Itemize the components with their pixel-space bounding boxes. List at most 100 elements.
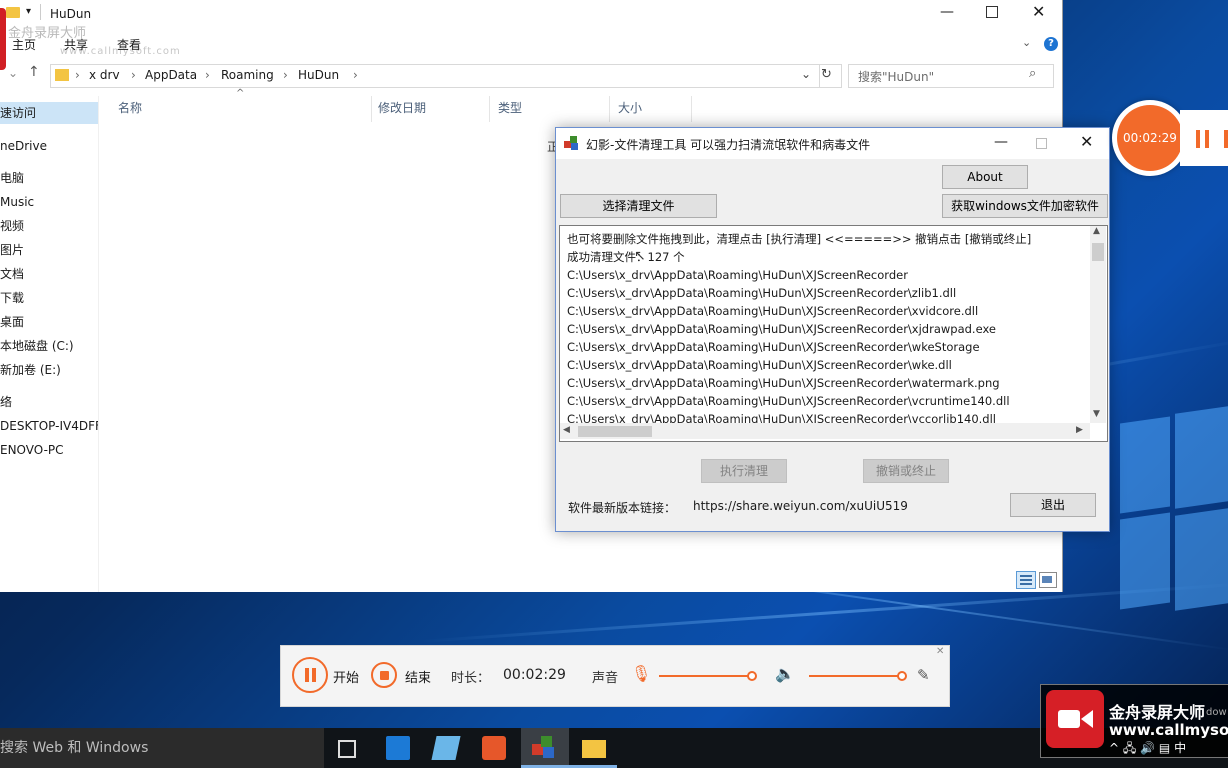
breadcrumb-separator-icon: › — [75, 68, 80, 82]
scrollbar-thumb[interactable] — [1092, 243, 1104, 261]
search-icon[interactable]: ⌕ — [1029, 66, 1036, 81]
breadcrumb-item[interactable]: x drv — [89, 68, 120, 82]
scroll-down-icon[interactable]: ▼ — [1093, 409, 1100, 419]
column-header-type[interactable]: 类型 — [490, 96, 610, 122]
stop-label[interactable]: 结束 — [405, 667, 431, 686]
column-header-name[interactable]: 名称 — [110, 96, 372, 122]
speaker-icon[interactable]: 🔈 — [775, 664, 795, 683]
nav-item-downloads[interactable]: 下载 — [0, 287, 98, 309]
recorder-bubble[interactable]: 00:02:29 — [1112, 100, 1188, 176]
download-link[interactable]: https://share.weiyun.com/xuUiU519 — [693, 499, 908, 513]
get-encryption-software-button[interactable]: 获取windows文件加密软件 — [942, 194, 1108, 218]
vertical-scrollbar[interactable]: ▲ ▼ — [1090, 226, 1106, 423]
toolbar-close-icon[interactable]: ✕ — [936, 646, 944, 657]
video-app-icon[interactable] — [386, 736, 410, 760]
search-input[interactable]: 搜索"HuDun" ⌕ — [848, 64, 1054, 88]
up-arrow-icon[interactable]: ↑ — [28, 64, 40, 80]
undo-terminate-button[interactable]: 撤销或终止 — [863, 459, 949, 483]
log-line: 也可将要删除文件拖拽到此，清理点击 [执行清理] <<=====>> 撤销点击 … — [567, 232, 1032, 246]
tab-home[interactable]: 主页 — [12, 36, 36, 53]
nav-item-quick-access[interactable]: 速访问 — [0, 102, 98, 124]
start-label[interactable]: 开始 — [333, 667, 359, 686]
exit-button[interactable]: 退出 — [1010, 493, 1096, 517]
ime-indicator[interactable]: 中 — [1174, 741, 1186, 755]
cleaner-app-icon[interactable] — [532, 736, 556, 760]
maximize-icon[interactable] — [986, 6, 998, 18]
nav-item-network[interactable]: 络 — [0, 391, 98, 413]
nav-item-videos[interactable]: 视频 — [0, 215, 98, 237]
dialog-maximize-icon[interactable] — [1036, 138, 1047, 149]
folder-icon — [55, 69, 69, 81]
log-line: C:\Users\x_drv\AppData\Roaming\HuDun\XJS… — [567, 304, 979, 318]
file-explorer-app-icon[interactable] — [582, 740, 606, 758]
nav-item-desktop[interactable]: 桌面 — [0, 311, 98, 333]
tray-chevron-icon[interactable]: ^ — [1109, 741, 1119, 755]
tab-view[interactable]: 查看 — [117, 36, 141, 53]
nav-item-documents[interactable]: 文档 — [0, 263, 98, 285]
pause-icon[interactable] — [1205, 130, 1209, 148]
nav-item-this-pc[interactable]: 电脑 — [0, 167, 98, 189]
mic-slider-handle[interactable] — [747, 671, 757, 681]
nav-item-drive-e[interactable]: 新加卷 (E:) — [0, 359, 98, 381]
network-icon[interactable]: 🖧 — [1123, 741, 1136, 755]
nav-item-lenovo-pc[interactable]: ENOVO-PC — [0, 439, 98, 461]
extra-control-icon[interactable] — [1224, 130, 1228, 148]
quick-access-dropdown-icon[interactable]: ▾ — [26, 6, 31, 17]
microphone-icon[interactable]: 🎙 — [631, 664, 651, 683]
notepad-app-icon[interactable] — [431, 736, 461, 760]
pause-icon[interactable] — [1196, 130, 1200, 148]
nav-item-onedrive[interactable]: neDrive — [0, 135, 98, 157]
nav-item-music[interactable]: Music — [0, 191, 98, 213]
task-view-icon[interactable] — [338, 740, 356, 758]
details-view-icon[interactable] — [1016, 571, 1036, 589]
select-files-button[interactable]: 选择清理文件 — [560, 194, 717, 218]
scroll-up-icon[interactable]: ▲ — [1093, 226, 1100, 236]
nav-item-desktop-pc[interactable]: DESKTOP-IV4DFF( — [0, 415, 98, 437]
address-dropdown-icon[interactable]: ⌄ — [801, 67, 811, 81]
help-icon[interactable]: ? — [1044, 37, 1058, 51]
close-icon[interactable]: ✕ — [1032, 2, 1045, 21]
minimize-icon[interactable]: — — [940, 4, 954, 20]
breadcrumb-item[interactable]: Roaming — [221, 68, 274, 82]
pause-button[interactable] — [292, 657, 328, 693]
address-bar[interactable]: › x drv › AppData › Roaming › HuDun › ⌄ … — [50, 64, 842, 88]
scrollbar-thumb[interactable] — [578, 426, 652, 437]
mic-volume-slider[interactable] — [659, 675, 751, 677]
notification-icon[interactable]: ▤ — [1159, 741, 1170, 755]
column-header-modified[interactable]: 修改日期 — [372, 96, 490, 122]
address-divider — [819, 65, 820, 87]
stop-button[interactable] — [371, 662, 397, 688]
scroll-right-icon[interactable]: ▶ — [1076, 425, 1083, 435]
search-placeholder: 搜索"HuDun" — [858, 70, 935, 84]
ribbon-expand-chevron-icon[interactable]: ⌄ — [1022, 36, 1031, 49]
cleaner-dialog: 幻影-文件清理工具 可以强力扫清流氓软件和病毒文件 — ✕ About 选择清理… — [555, 127, 1110, 532]
system-tray: ^ 🖧 🔊 ▤ 中 — [1109, 739, 1186, 760]
log-line: C:\Users\x_drv\AppData\Roaming\HuDun\XJS… — [567, 322, 996, 336]
nav-item-drive-c[interactable]: 本地磁盘 (C:) — [0, 335, 98, 357]
dialog-close-icon[interactable]: ✕ — [1080, 132, 1093, 151]
brand-url: www.callmyso — [1109, 721, 1228, 739]
brand-watermark: 金舟录屏大师 www.callmyso dow ^ 🖧 🔊 ▤ 中 — [1040, 684, 1228, 758]
about-button[interactable]: About — [942, 165, 1028, 189]
breadcrumb-item[interactable]: HuDun — [298, 68, 339, 82]
taskbar-search[interactable]: 搜索 Web 和 Windows — [0, 728, 324, 768]
breadcrumb-item[interactable]: AppData — [145, 68, 197, 82]
log-line: 成功清理文件：127 个 — [567, 250, 685, 264]
large-icons-view-icon[interactable] — [1039, 572, 1057, 588]
column-header-size[interactable]: 大小 — [610, 96, 692, 122]
edge-text: dow — [1206, 707, 1227, 718]
scroll-left-icon[interactable]: ◀ — [563, 425, 570, 435]
recent-locations-icon[interactable]: ⌄ — [8, 66, 18, 80]
execute-clean-button[interactable]: 执行清理 — [701, 459, 787, 483]
speaker-slider-handle[interactable] — [897, 671, 907, 681]
tab-share[interactable]: 共享 — [64, 36, 88, 53]
recorder-app-icon[interactable] — [482, 736, 506, 760]
nav-item-pictures[interactable]: 图片 — [0, 239, 98, 261]
volume-icon[interactable]: 🔊 — [1140, 741, 1155, 755]
speaker-volume-slider[interactable] — [809, 675, 901, 677]
log-textbox[interactable]: 也可将要删除文件拖拽到此，清理点击 [执行清理] <<=====>> 撤销点击 … — [559, 225, 1108, 442]
dialog-minimize-icon[interactable]: — — [994, 134, 1008, 150]
horizontal-scrollbar[interactable]: ◀ ▶ — [560, 423, 1090, 439]
pen-icon[interactable]: ✎ — [917, 666, 930, 684]
refresh-icon[interactable]: ↻ — [821, 67, 832, 82]
